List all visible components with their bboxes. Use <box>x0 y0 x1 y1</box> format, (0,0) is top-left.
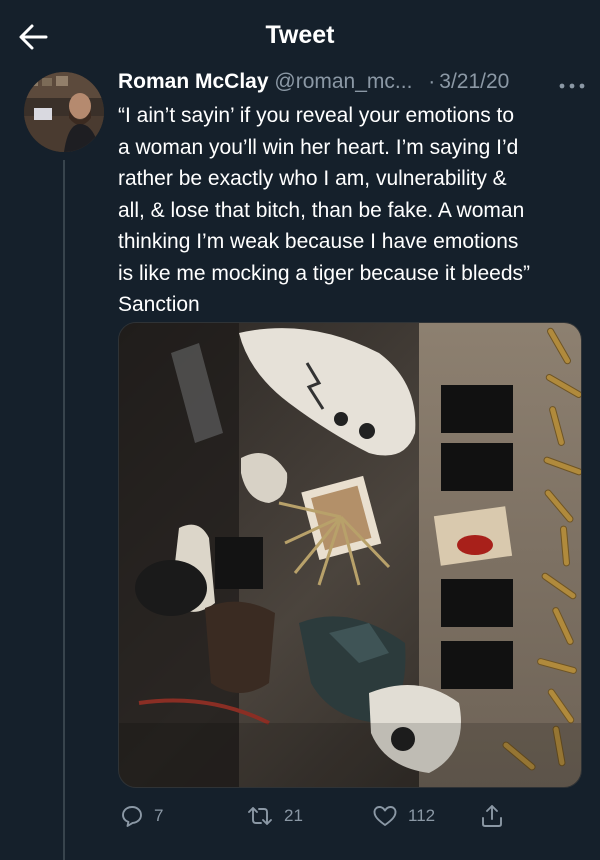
tweet-media-image[interactable] <box>118 322 582 788</box>
more-horizontal-icon <box>559 83 585 89</box>
author-handle[interactable]: @roman_mc... <box>274 70 412 93</box>
tweet-actions: 7 21 112 <box>118 798 588 834</box>
separator-dot: · <box>428 70 436 93</box>
more-options-button[interactable] <box>556 76 588 96</box>
retweet-count: 21 <box>284 806 303 825</box>
avatar[interactable] <box>24 72 104 152</box>
retweet-button[interactable]: 21 <box>246 798 303 834</box>
tweet-meta: Roman McClay @roman_mc... · 3/21/20 <box>118 70 509 94</box>
page-title: Tweet <box>265 21 335 49</box>
reply-count: 7 <box>154 806 164 825</box>
reply-button[interactable]: 7 <box>120 798 163 834</box>
tweet-text: “I ain’t sayin’ if you reveal your emoti… <box>118 104 531 316</box>
reply-bubble-icon <box>122 806 142 827</box>
avatar-photo <box>24 72 104 152</box>
share-icon <box>482 805 502 827</box>
top-bar: Tweet <box>0 0 600 72</box>
thread-line <box>63 160 65 860</box>
tarot-scene-image <box>119 323 581 787</box>
author-name[interactable]: Roman McClay <box>118 70 269 93</box>
like-button[interactable]: 112 <box>372 798 435 834</box>
share-button[interactable] <box>480 798 504 834</box>
like-count: 112 <box>408 806 436 825</box>
heart-icon <box>373 806 397 826</box>
retweet-icon <box>248 807 272 825</box>
tweet-date[interactable]: 3/21/20 <box>439 70 509 93</box>
